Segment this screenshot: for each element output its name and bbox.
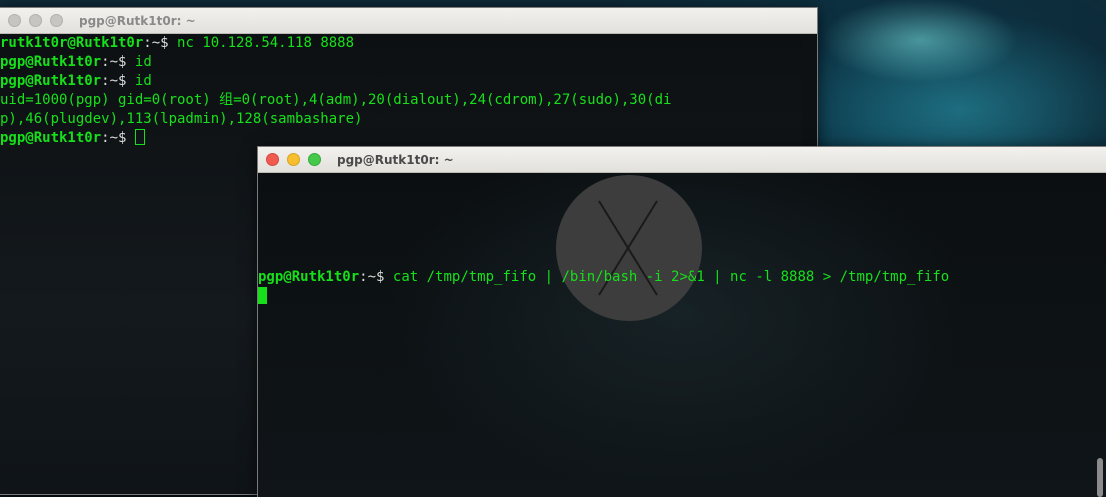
titlebar-back[interactable]: pgp@Rutk1t0r: ~ — [0, 8, 817, 34]
prompt-line — [258, 287, 1106, 306]
window-title: pgp@Rutk1t0r: ~ — [79, 13, 196, 28]
command-line: pgp@Rutk1t0r:~$ id — [0, 54, 152, 70]
command-line: pgp@Rutk1t0r:~$ cat /tmp/tmp_fifo | /bin… — [258, 269, 950, 285]
titlebar-front[interactable]: pgp@Rutk1t0r: ~ — [258, 147, 1106, 173]
close-icon[interactable] — [8, 14, 21, 27]
output-line: p),46(plugdev),113(lpadmin),128(sambasha… — [0, 111, 363, 127]
output-line: uid=1000(pgp) gid=0(root) 组=0(root),4(ad… — [0, 92, 672, 108]
cursor — [134, 129, 145, 145]
close-icon[interactable] — [266, 153, 279, 166]
minimize-icon[interactable] — [287, 153, 300, 166]
cursor — [258, 287, 267, 304]
terminal-area-front[interactable]: pgp@Rutk1t0r:~$ cat /tmp/tmp_fifo | /bin… — [258, 173, 1106, 497]
window-title: pgp@Rutk1t0r: ~ — [337, 152, 454, 167]
terminal-window-front[interactable]: pgp@Rutk1t0r: ~ pgp@Rutk1t0r:~$ cat /tmp… — [257, 146, 1106, 497]
minimize-icon[interactable] — [29, 14, 42, 27]
scroll-thumb-right[interactable] — [1097, 458, 1103, 497]
maximize-icon[interactable] — [308, 153, 321, 166]
command-line: rutk1t0r@Rutk1t0r:~$ nc 10.128.54.118 88… — [0, 35, 355, 51]
maximize-icon[interactable] — [50, 14, 63, 27]
command-line: pgp@Rutk1t0r:~$ id — [0, 73, 152, 89]
